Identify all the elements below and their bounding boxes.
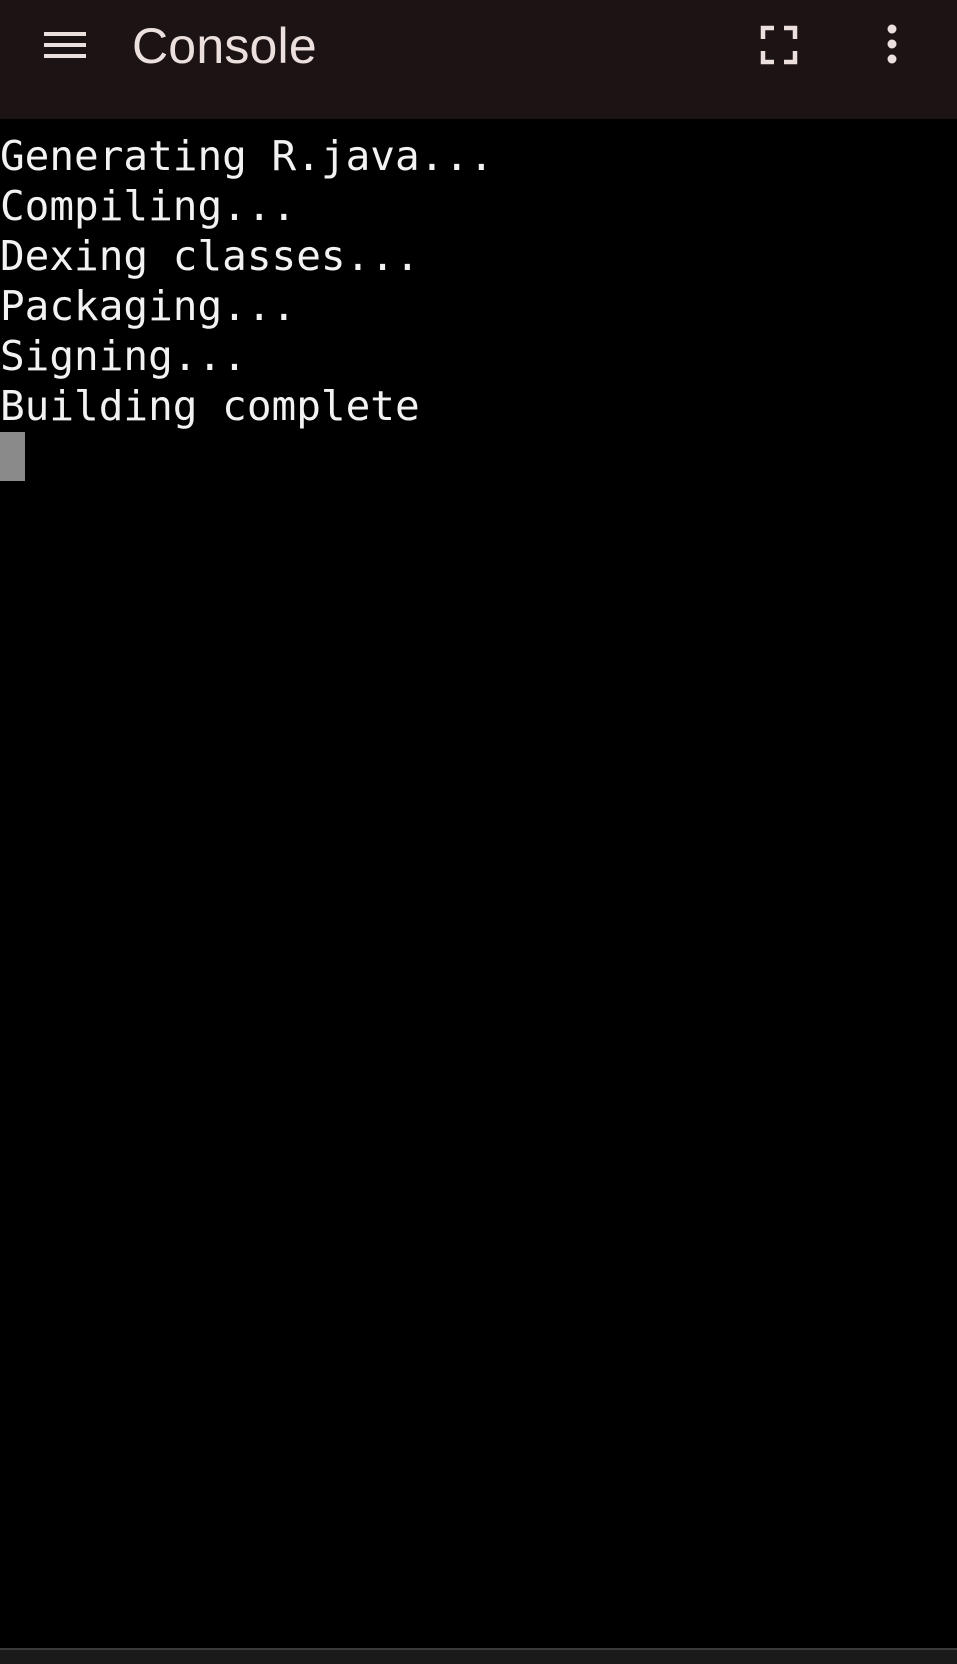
console-line: Compiling... [0, 182, 297, 230]
text-cursor [0, 432, 25, 481]
page-title: Console [132, 18, 317, 74]
console-line: Dexing classes... [0, 232, 420, 280]
console-line: Signing... [0, 332, 247, 380]
console-line: Generating R.java... [0, 132, 494, 180]
more-options-button[interactable] [869, 20, 915, 70]
app-bar: Console [0, 0, 957, 119]
menu-button[interactable] [36, 20, 94, 70]
console-line: Packaging... [0, 282, 297, 330]
more-vert-icon [887, 24, 897, 64]
fullscreen-button[interactable] [750, 20, 808, 70]
menu-icon [44, 32, 86, 58]
bottom-edge [0, 1648, 957, 1664]
fullscreen-icon [760, 25, 798, 65]
console-screen: Console Generating R.java... Compiling..… [0, 0, 957, 1664]
console-line: Building complete [0, 382, 420, 430]
console-output: Generating R.java... Compiling... Dexing… [0, 131, 494, 431]
console-panel[interactable]: Generating R.java... Compiling... Dexing… [0, 119, 957, 1649]
